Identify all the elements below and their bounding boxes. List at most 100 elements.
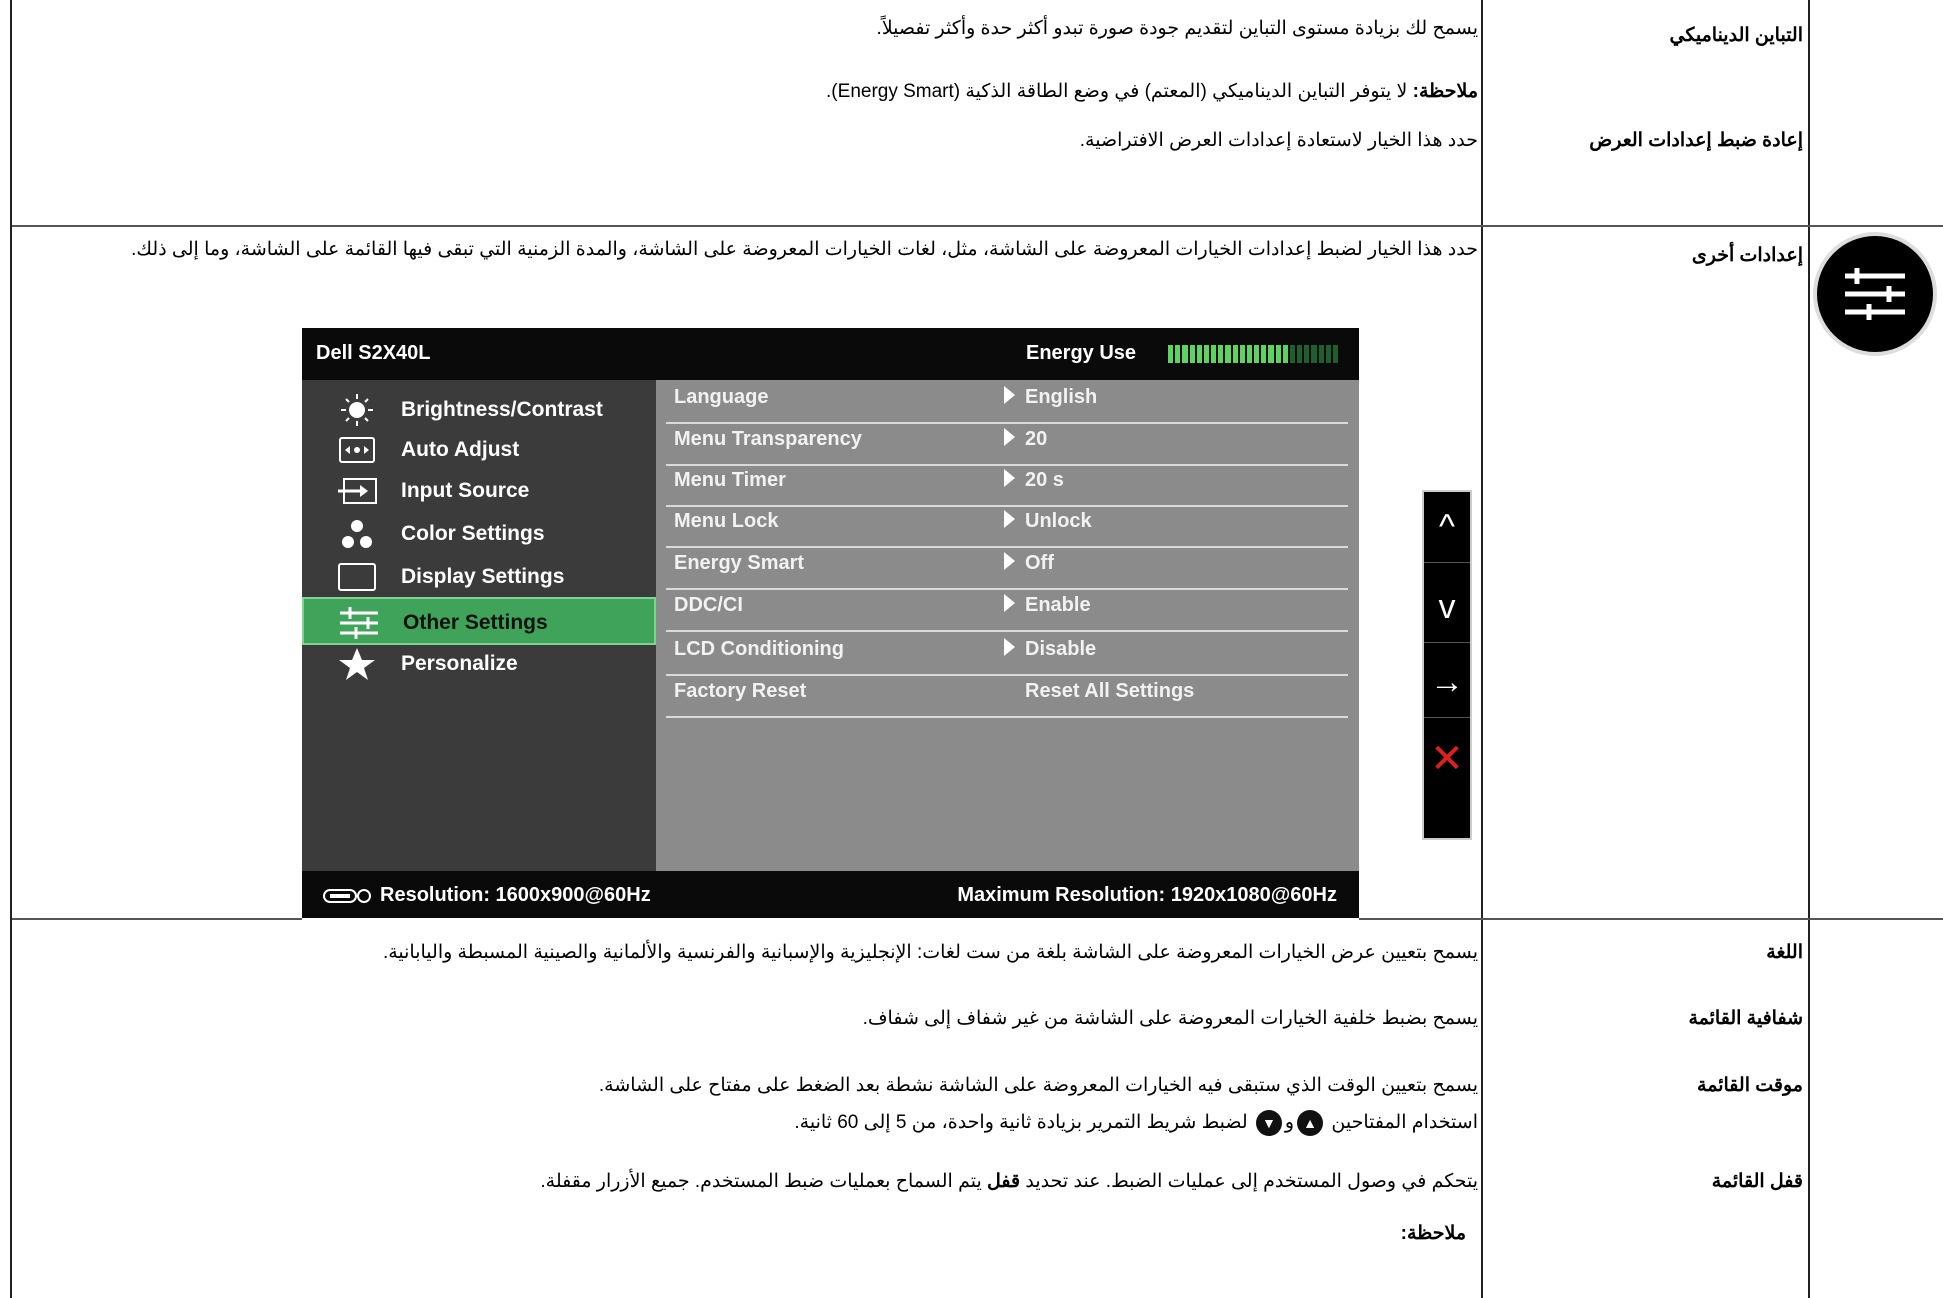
menu-lock-text-b: يتم السماح بعمليات ضبط المستخدم. جميع ال…	[540, 1171, 988, 1192]
osd-setting-name: Menu Transparency	[674, 428, 862, 450]
energy-meter-segment	[1232, 345, 1238, 363]
energy-meter-segment	[1332, 345, 1339, 363]
osd-setting-name: Energy Smart	[674, 552, 805, 574]
monitor-button-bar: ^ v → ✕	[1422, 490, 1472, 840]
label-menu-timer: موقت القائمة	[1697, 1075, 1803, 1096]
osd-setting-value-text: Unlock	[1025, 510, 1092, 532]
up-key-icon: ▲	[1297, 1110, 1324, 1136]
energy-meter-segment	[1282, 345, 1288, 363]
osd-menu-item[interactable]: Color Settings	[302, 510, 656, 558]
osd-setting-value-text: Enable	[1025, 594, 1091, 616]
osd-setting-value: Disable	[1004, 638, 1096, 661]
osd-menu-item-label: Auto Adjust	[401, 438, 520, 461]
up-button[interactable]: ^	[1424, 492, 1470, 563]
energy-meter-segment	[1189, 345, 1195, 363]
text-language: يسمح بتعيين عرض الخيارات المعروضة على ال…	[382, 942, 1478, 963]
osd-setting-value-text: Off	[1025, 552, 1054, 574]
energy-meter-segment	[1168, 345, 1174, 363]
osd-max-resolution: Maximum Resolution: 1920x1080@60Hz	[957, 884, 1337, 906]
sun-icon	[336, 394, 378, 426]
down-button[interactable]: v	[1424, 572, 1470, 643]
osd-resolution: Resolution: 1600x900@60Hz	[380, 884, 651, 906]
energy-meter-segment	[1203, 345, 1210, 363]
osd-setting-value-text: 20 s	[1025, 469, 1064, 491]
text-menu-lock: يتحكم في وصول المستخدم إلى عمليات الضبط.…	[540, 1170, 1478, 1193]
label-menu-transparency: شفافية القائمة	[1688, 1008, 1803, 1029]
arrow-right-icon	[1004, 594, 1015, 612]
input-source-icon	[336, 475, 378, 507]
osd-menu-item[interactable]: Personalize	[302, 640, 656, 688]
osd-menu-item-label: Other Settings	[403, 611, 548, 634]
osd-setting-value: Off	[1004, 552, 1054, 575]
osd-model: Dell S2X40L	[316, 342, 431, 364]
keys-and: و	[1284, 1112, 1295, 1134]
osd-setting-value: 20	[1004, 428, 1047, 451]
arrow-right-icon	[1004, 510, 1015, 528]
label-language: اللغة	[1766, 942, 1803, 963]
energy-meter-segment	[1182, 345, 1188, 363]
energy-meter-segment	[1218, 345, 1224, 363]
menu-lock-note: ملاحظة:	[1400, 1223, 1466, 1244]
osd-menu-item[interactable]: Other Settings	[302, 597, 656, 645]
note-prefix: ملاحظة:	[1412, 81, 1478, 102]
arrow-right-icon	[1004, 428, 1015, 446]
osd-setting-name: DDC/CI	[674, 594, 743, 616]
osd-setting-name: Factory Reset	[674, 680, 807, 702]
text-reset-display: حدد هذا الخيار لاستعادة إعدادات العرض ال…	[1079, 130, 1478, 151]
display-rect-icon	[336, 561, 378, 593]
energy-meter-segment	[1254, 345, 1260, 363]
label-menu-lock: قفل القائمة	[1711, 1171, 1803, 1192]
label-other-settings: إعدادات أخرى	[1691, 245, 1803, 266]
energy-meter-segment	[1311, 345, 1317, 363]
table-border-left	[10, 0, 12, 1298]
energy-meter-segment	[1225, 345, 1231, 363]
right-arrow-button[interactable]: →	[1424, 647, 1470, 718]
table-border-right	[1808, 0, 1810, 1298]
energy-meter-segment	[1318, 345, 1324, 363]
row-divider	[1359, 918, 1943, 920]
osd-menu-item[interactable]: Input Source	[302, 467, 656, 515]
text-menu-timer-keys: استخدام المفتاحين ▲و▼ لضبط شريط التمرير …	[794, 1110, 1478, 1136]
arrow-right-icon	[1004, 552, 1015, 570]
osd-menu-item-label: Personalize	[401, 652, 518, 675]
osd-setting-value-text: 20	[1025, 428, 1048, 450]
close-button[interactable]: ✕	[1424, 724, 1470, 794]
text-dynamic-contrast: يسمح لك بزيادة مستوى التباين لتقديم جودة…	[876, 18, 1478, 39]
energy-meter-segment	[1246, 345, 1253, 363]
keys-desc: لضبط شريط التمرير بزيادة ثانية واحدة، من…	[794, 1112, 1248, 1134]
osd-submenu: Language English Menu Transparency 20 Menu T…	[656, 380, 1359, 871]
osd-menu-image: Dell S2X40L Energy Use Brightness/Contra…	[302, 328, 1359, 918]
osd-setting-value: 20 s	[1004, 469, 1064, 492]
energy-meter-segment	[1261, 345, 1267, 363]
osd-menu-item[interactable]: Display Settings	[302, 553, 656, 601]
label-dynamic-contrast: التباين الديناميكي	[1669, 25, 1803, 46]
text-other-settings: حدد هذا الخيار لضبط إعدادات الخيارات الم…	[131, 239, 1478, 260]
osd-setting-value: English	[1004, 386, 1097, 409]
osd-setting-name: Menu Lock	[674, 510, 779, 532]
energy-meter-segment	[1211, 345, 1217, 363]
energy-meter-segment	[1275, 345, 1281, 363]
osd-setting-value: Enable	[1004, 594, 1091, 617]
osd-footer: Resolution: 1600x900@60Hz Maximum Resolu…	[302, 871, 1359, 918]
osd-setting-value-text: Disable	[1025, 638, 1097, 660]
energy-meter-segment	[1196, 345, 1202, 363]
sliders-icon	[338, 607, 380, 639]
osd-setting-row[interactable]: DDC/CI Enable	[666, 582, 1348, 632]
arrow-right-icon	[1004, 469, 1015, 487]
energy-meter-segment	[1325, 345, 1331, 363]
energy-meter-segment	[1175, 345, 1181, 363]
osd-setting-row[interactable]: Factory Reset Reset All Settings	[666, 668, 1348, 718]
label-reset-display: إعادة ضبط إعدادات العرض	[1589, 130, 1803, 151]
energy-meter-segment	[1304, 345, 1310, 363]
energy-meter-segment	[1268, 345, 1274, 363]
arrow-right-icon	[1004, 638, 1015, 656]
text-menu-timer: يسمح بتعيين الوقت الذي ستبقى فيه الخيارا…	[598, 1075, 1478, 1096]
keys-intro: استخدام المفتاحين	[1331, 1112, 1478, 1134]
color-dots-icon	[336, 518, 378, 550]
osd-setting-name: Menu Timer	[674, 469, 786, 491]
osd-setting-value-text: English	[1025, 386, 1098, 408]
energy-meter-segment	[1239, 345, 1245, 363]
osd-menu-item-label: Brightness/Contrast	[401, 398, 603, 421]
osd-menu-item-label: Display Settings	[401, 565, 565, 588]
arrow-right-icon	[1004, 386, 1015, 404]
